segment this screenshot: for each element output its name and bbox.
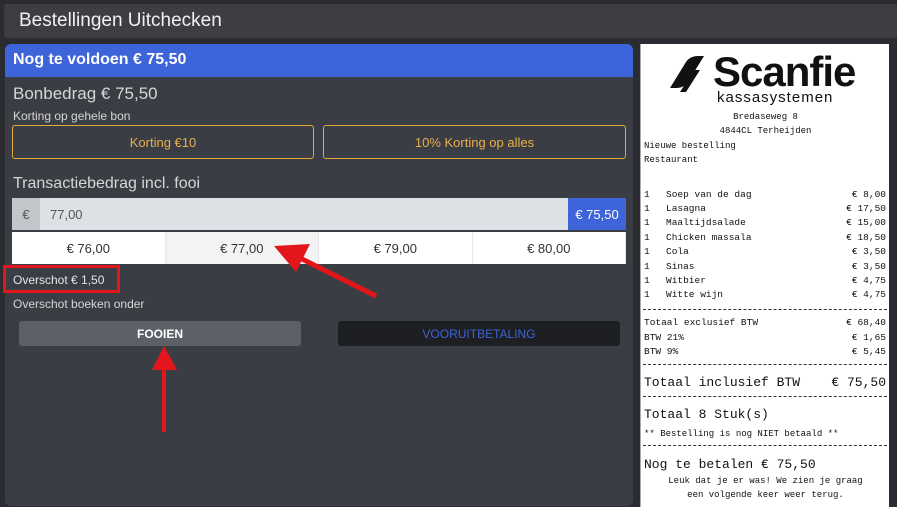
arrow-to-tips-icon [152, 346, 177, 432]
item-name: Cola [666, 246, 689, 257]
item-name: Lasagna [666, 203, 706, 214]
receipt-divider [643, 445, 887, 446]
total-ex-vat-value: € 68,40 [846, 317, 886, 328]
receipt-item: 1 Witte wijn € 4,75 [644, 289, 886, 300]
receipt-order-type: Nieuwe bestelling [644, 141, 736, 151]
item-qty: 1 [644, 261, 650, 272]
surplus-book-label: Overschot boeken onder [13, 297, 145, 311]
item-price: € 8,00 [851, 189, 886, 200]
book-as-tips-button[interactable]: FOOIEN [19, 321, 301, 346]
receipt-unpaid-note: ** Bestelling is nog NIET betaald ** [644, 429, 839, 439]
amount-due-bar: Nog te voldoen € 75,50 [5, 44, 633, 77]
item-price: € 4,75 [851, 289, 886, 300]
vat9-label: BTW 9% [644, 346, 679, 357]
bill-amount: Bonbedrag € 75,50 [13, 84, 158, 103]
receipt-item: 1 Lasagna € 17,50 [644, 203, 886, 214]
receipt-location: Restaurant [644, 155, 699, 165]
discount-label: Korting op gehele bon [13, 109, 131, 123]
item-name: Soep van de dag [666, 189, 752, 200]
receipt-preview: Scanfie kassasystemen Bredaseweg 8 4844C… [640, 44, 889, 507]
item-price: € 18,50 [846, 232, 886, 243]
receipt-address-2: 4844CL Terheijden [719, 126, 812, 136]
item-qty: 1 [644, 203, 650, 214]
item-price: € 3,50 [851, 246, 886, 257]
receipt-divider [643, 396, 887, 397]
vat9-value: € 5,45 [851, 346, 886, 357]
receipt-brand-sub: kassasystemen [717, 89, 834, 106]
receipt-item: 1 Cola € 3,50 [644, 246, 886, 257]
item-name: Maaltijdsalade [666, 217, 746, 228]
receipt-to-pay: Nog te betalen € 75,50 [644, 457, 816, 472]
window-title: Bestellingen Uitchecken [19, 10, 222, 31]
scanfie-logo-icon [670, 56, 704, 92]
receipt-address-1: Bredaseweg 8 [733, 112, 798, 122]
book-as-prepayment-button[interactable]: VOORUITBETALING [338, 321, 620, 346]
total-inc-vat-label: Totaal inclusief BTW [644, 375, 801, 390]
surplus-highlight-box [3, 265, 120, 293]
item-qty: 1 [644, 246, 650, 257]
vat21-value: € 1,65 [851, 332, 886, 343]
item-price: € 17,50 [846, 203, 886, 214]
item-name: Witte wijn [666, 289, 724, 300]
currency-prefix: € [12, 198, 40, 230]
item-qty: 1 [644, 189, 650, 200]
receipt-item: 1 Maaltijdsalade € 15,00 [644, 217, 886, 228]
quick-amount-button[interactable]: € 76,00 [12, 232, 166, 264]
discount-10-percent-button[interactable]: 10% Korting op alles [323, 125, 626, 159]
item-qty: 1 [644, 217, 650, 228]
receipt-divider [643, 309, 887, 310]
receipt-total-items: Totaal 8 Stuk(s) [644, 407, 769, 422]
item-price: € 4,75 [851, 275, 886, 286]
discount-10-euro-button[interactable]: Korting €10 [12, 125, 314, 159]
receipt-item: 1 Sinas € 3,50 [644, 261, 886, 272]
transaction-amount-label: Transactiebedrag incl. fooi [13, 175, 201, 192]
vat21-label: BTW 21% [644, 332, 684, 343]
total-inc-vat-value: € 75,50 [831, 375, 886, 390]
receipt-item: 1 Witbier € 4,75 [644, 275, 886, 286]
item-name: Chicken massala [666, 232, 752, 243]
arrow-to-amount-icon [274, 244, 378, 299]
due-amount-chip[interactable]: € 75,50 [568, 198, 626, 230]
item-qty: 1 [644, 275, 650, 286]
receipt-vat9: BTW 9% € 5,45 [644, 346, 886, 357]
item-qty: 1 [644, 289, 650, 300]
quick-amount-button[interactable]: € 80,00 [472, 232, 626, 264]
receipt-divider [643, 364, 887, 365]
item-qty: 1 [644, 232, 650, 243]
receipt-vat21: BTW 21% € 1,65 [644, 332, 886, 343]
item-price: € 3,50 [851, 261, 886, 272]
item-name: Witbier [666, 275, 706, 286]
receipt-item: 1 Soep van de dag € 8,00 [644, 189, 886, 200]
receipt-thanks-1: Leuk dat je er was! We zien je graag [668, 476, 863, 486]
receipt-total-ex-vat: Totaal exclusief BTW € 68,40 [644, 317, 886, 328]
receipt-item: 1 Chicken massala € 18,50 [644, 232, 886, 243]
transaction-amount-input[interactable] [50, 198, 530, 230]
transaction-amount-row: € € 75,50 [12, 198, 626, 230]
window-titlebar: Bestellingen Uitchecken [4, 4, 897, 38]
item-name: Sinas [666, 261, 695, 272]
total-ex-vat-label: Totaal exclusief BTW [644, 317, 759, 328]
scanfie-logo: Scanfie kassasystemen [666, 48, 876, 108]
item-price: € 15,00 [846, 217, 886, 228]
receipt-total-inc-vat: Totaal inclusief BTW € 75,50 [644, 375, 886, 390]
receipt-thanks-2: een volgende keer weer terug. [687, 490, 844, 500]
